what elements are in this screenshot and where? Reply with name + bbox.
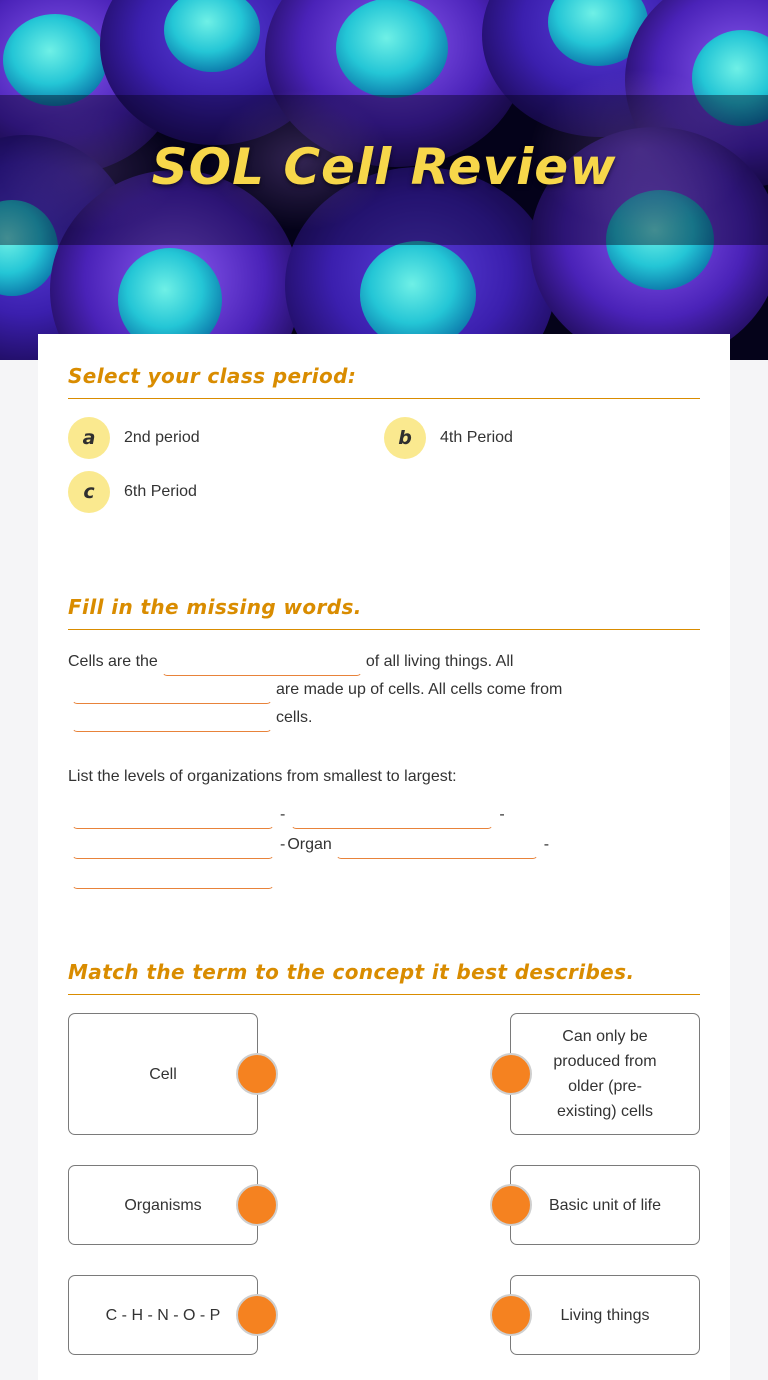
- match-connector-dot[interactable]: [236, 1294, 278, 1336]
- level-blank-3[interactable]: [72, 832, 274, 859]
- hero-banner: SOL Cell Review: [0, 0, 768, 360]
- match-term-label: Cell: [149, 1065, 177, 1083]
- cell-microscope-image: [0, 0, 768, 360]
- option-a[interactable]: a 2nd period: [68, 417, 384, 459]
- match-term-box[interactable]: C - H - N - O - P: [68, 1275, 278, 1355]
- worksheet-card: Select your class period: a 2nd period b…: [38, 334, 730, 1380]
- match-concept-box[interactable]: Living things: [490, 1275, 700, 1355]
- levels-separator: -: [280, 836, 286, 853]
- option-label: 4th Period: [440, 429, 513, 446]
- match-concept-label: Living things: [560, 1306, 650, 1324]
- section-fill-in: Fill in the missing words. Cells are the…: [68, 595, 700, 890]
- match-connector-dot[interactable]: [490, 1294, 532, 1336]
- sentence-part-2: of all living things. All: [365, 653, 514, 670]
- matching-heading: Match the term to the concept it best de…: [68, 960, 635, 984]
- class-period-heading: Select your class period:: [68, 364, 357, 388]
- option-letter-badge: b: [384, 417, 426, 459]
- blank-input-3[interactable]: [72, 705, 272, 732]
- match-term-label: Organisms: [124, 1196, 202, 1214]
- level-blank-5[interactable]: [72, 862, 274, 889]
- match-term-box[interactable]: Organisms: [68, 1165, 278, 1245]
- levels-sequence: - -- Organ -: [68, 800, 700, 890]
- level-blank-1[interactable]: [72, 802, 274, 829]
- levels-separator: -: [280, 806, 286, 823]
- option-letter-badge: a: [68, 417, 110, 459]
- sentence-part-4: cells.: [276, 709, 313, 726]
- match-row: Organisms Basic unit of life: [68, 1165, 700, 1245]
- sentence-part-3: are made up of cells. All cells come fro…: [276, 681, 563, 698]
- option-c[interactable]: c 6th Period: [68, 471, 384, 513]
- option-label: 6th Period: [124, 483, 197, 500]
- match-concept-label: Basic unit of life: [548, 1196, 662, 1214]
- match-concept-label: Can only be produced from older (pre-exi…: [553, 1028, 657, 1120]
- section-class-period: Select your class period: a 2nd period b…: [68, 364, 700, 525]
- blank-input-1[interactable]: [161, 649, 362, 676]
- hero-cells-svg: [0, 0, 768, 360]
- match-row: C - H - N - O - P Living things: [68, 1275, 700, 1355]
- sentence-part-1: Cells are the: [68, 653, 158, 670]
- level-blank-2[interactable]: [291, 802, 494, 829]
- levels-fixed-term: Organ: [287, 836, 332, 853]
- option-letter-badge: c: [68, 471, 110, 513]
- match-term-label: C - H - N - O - P: [105, 1306, 221, 1324]
- blank-input-2[interactable]: [72, 677, 272, 704]
- levels-prompt: List the levels of organizations from sm…: [68, 768, 457, 785]
- section-divider: [68, 994, 700, 995]
- section-divider: [68, 629, 700, 630]
- class-period-options: a 2nd period b 4th Period c 6th Period: [68, 417, 700, 525]
- match-concept-box[interactable]: Basic unit of life: [490, 1165, 700, 1245]
- match-connector-dot[interactable]: [236, 1184, 278, 1226]
- worksheet-page: SOL Cell Review Select your class period…: [0, 0, 768, 1380]
- match-row: Cell Can only be produced from older (pr…: [68, 1013, 700, 1135]
- fill-in-heading: Fill in the missing words.: [68, 595, 362, 619]
- section-divider: [68, 398, 700, 399]
- levels-separator: -: [543, 836, 550, 853]
- section-matching: Match the term to the concept it best de…: [68, 960, 700, 1380]
- option-label: 2nd period: [124, 429, 200, 446]
- match-connector-dot[interactable]: [236, 1053, 278, 1095]
- option-b[interactable]: b 4th Period: [384, 417, 700, 459]
- match-connector-dot[interactable]: [490, 1184, 532, 1226]
- block-gap: [68, 732, 700, 768]
- levels-separator: -: [499, 806, 505, 823]
- match-concept-box[interactable]: Can only be produced from older (pre-exi…: [490, 1013, 700, 1135]
- match-connector-dot[interactable]: [490, 1053, 532, 1095]
- fill-in-sentence: Cells are the of all living things. All ar…: [68, 648, 700, 732]
- level-blank-4[interactable]: [335, 832, 538, 859]
- match-term-box[interactable]: Cell: [68, 1013, 278, 1135]
